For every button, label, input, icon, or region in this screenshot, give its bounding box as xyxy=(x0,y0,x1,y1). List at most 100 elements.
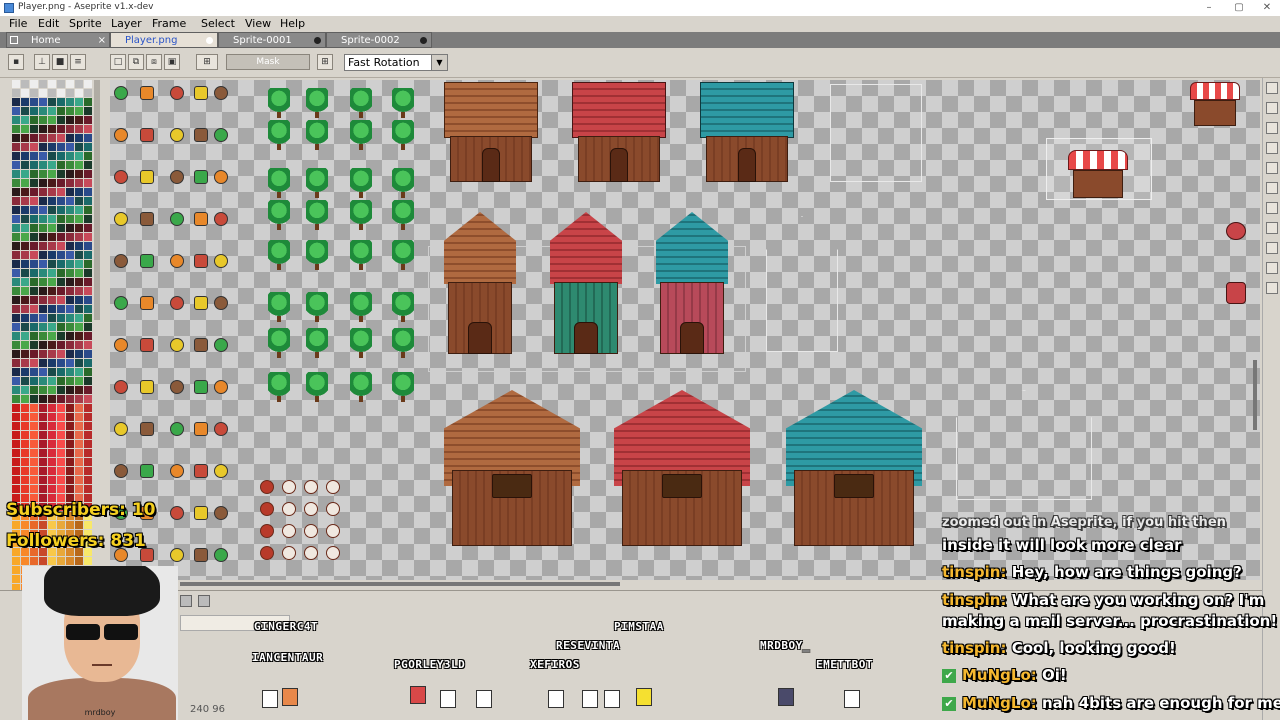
palette-swatch[interactable] xyxy=(84,395,92,403)
palette-swatch[interactable] xyxy=(48,395,56,403)
palette-swatch[interactable] xyxy=(66,368,74,376)
palette-swatch[interactable] xyxy=(66,422,74,430)
palette-swatch[interactable] xyxy=(75,467,83,475)
palette-swatch[interactable] xyxy=(12,260,20,268)
palette-swatch[interactable] xyxy=(66,341,74,349)
palette-swatch[interactable] xyxy=(12,521,20,529)
palette-swatch[interactable] xyxy=(75,233,83,241)
palette-swatch[interactable] xyxy=(48,152,56,160)
palette-swatch[interactable] xyxy=(66,170,74,178)
palette-swatch[interactable] xyxy=(30,377,38,385)
palette-swatch[interactable] xyxy=(75,422,83,430)
palette-swatch[interactable] xyxy=(57,134,65,142)
palette-swatch[interactable] xyxy=(48,431,56,439)
palette-swatch[interactable] xyxy=(75,521,83,529)
marquee-tool-icon[interactable] xyxy=(1266,82,1278,94)
palette-swatch[interactable] xyxy=(48,305,56,313)
palette-swatch[interactable] xyxy=(57,404,65,412)
palette-swatch[interactable] xyxy=(30,350,38,358)
palette-swatch[interactable] xyxy=(21,386,29,394)
palette-swatch[interactable] xyxy=(30,116,38,124)
palette-swatch[interactable] xyxy=(21,359,29,367)
palette-swatch[interactable] xyxy=(84,269,92,277)
palette-scrollbar[interactable] xyxy=(94,80,100,320)
pin-icon[interactable]: ⊥ xyxy=(34,54,50,70)
palette-swatch[interactable] xyxy=(12,269,20,277)
palette-swatch[interactable] xyxy=(84,224,92,232)
palette-swatch[interactable] xyxy=(39,332,47,340)
palette-swatch[interactable] xyxy=(48,89,56,97)
palette-swatch[interactable] xyxy=(39,278,47,286)
palette-swatch[interactable] xyxy=(30,359,38,367)
canvas-horizontal-scrollbar[interactable] xyxy=(180,582,620,586)
palette-swatch[interactable] xyxy=(57,161,65,169)
palette-swatch[interactable] xyxy=(84,206,92,214)
tab-home[interactable]: Home × xyxy=(6,32,110,48)
palette-swatch[interactable] xyxy=(21,440,29,448)
palette-swatch[interactable] xyxy=(21,557,29,565)
palette-swatch[interactable] xyxy=(39,521,47,529)
palette-swatch[interactable] xyxy=(66,359,74,367)
palette-swatch[interactable] xyxy=(48,296,56,304)
palette-swatch[interactable] xyxy=(30,206,38,214)
palette-swatch[interactable] xyxy=(30,287,38,295)
palette-swatch[interactable] xyxy=(57,80,65,88)
palette-swatch[interactable] xyxy=(75,314,83,322)
palette-swatch[interactable] xyxy=(48,521,56,529)
palette-swatch[interactable] xyxy=(39,431,47,439)
palette-swatch[interactable] xyxy=(12,197,20,205)
palette-swatch[interactable] xyxy=(12,242,20,250)
palette-swatch[interactable] xyxy=(66,98,74,106)
palette-swatch[interactable] xyxy=(21,278,29,286)
palette-swatch[interactable] xyxy=(75,152,83,160)
palette-swatch[interactable] xyxy=(57,215,65,223)
palette-swatch[interactable] xyxy=(66,386,74,394)
palette-swatch[interactable] xyxy=(39,476,47,484)
palette-swatch[interactable] xyxy=(21,395,29,403)
palette-swatch[interactable] xyxy=(48,359,56,367)
palette-swatch[interactable] xyxy=(12,296,20,304)
palette-swatch[interactable] xyxy=(39,422,47,430)
palette-swatch[interactable] xyxy=(12,566,20,574)
palette-swatch[interactable] xyxy=(12,224,20,232)
palette-swatch[interactable] xyxy=(21,125,29,133)
palette-swatch[interactable] xyxy=(75,458,83,466)
palette-swatch[interactable] xyxy=(12,395,20,403)
palette-swatch[interactable] xyxy=(84,197,92,205)
palette-swatch[interactable] xyxy=(30,215,38,223)
palette-swatch[interactable] xyxy=(84,260,92,268)
palette-swatch[interactable] xyxy=(57,143,65,151)
gradient-tool-icon[interactable] xyxy=(1266,222,1278,234)
palette-swatch[interactable] xyxy=(39,188,47,196)
palette-swatch[interactable] xyxy=(39,143,47,151)
zoom-tool-icon[interactable] xyxy=(1266,162,1278,174)
palette-swatch[interactable] xyxy=(48,557,56,565)
palette-swatch[interactable] xyxy=(30,80,38,88)
palette-swatch[interactable] xyxy=(12,377,20,385)
palette-swatch[interactable] xyxy=(66,107,74,115)
palette-swatch[interactable] xyxy=(30,125,38,133)
palette-swatch[interactable] xyxy=(75,107,83,115)
palette-swatch[interactable] xyxy=(48,161,56,169)
palette-swatch[interactable] xyxy=(66,242,74,250)
palette-swatch[interactable] xyxy=(66,80,74,88)
palette-swatch[interactable] xyxy=(21,206,29,214)
palette-swatch[interactable] xyxy=(75,368,83,376)
palette-swatch[interactable] xyxy=(84,467,92,475)
palette-swatch[interactable] xyxy=(30,269,38,277)
palette-swatch[interactable] xyxy=(21,98,29,106)
palette-swatch[interactable] xyxy=(39,377,47,385)
palette-swatch[interactable] xyxy=(48,251,56,259)
palette-swatch[interactable] xyxy=(66,278,74,286)
maximize-button[interactable]: ▢ xyxy=(1224,0,1254,16)
palette-swatch[interactable] xyxy=(39,404,47,412)
palette-swatch[interactable] xyxy=(75,260,83,268)
palette-swatch[interactable] xyxy=(30,107,38,115)
palette-swatch[interactable] xyxy=(30,89,38,97)
palette-swatch[interactable] xyxy=(66,287,74,295)
palette-swatch[interactable] xyxy=(84,233,92,241)
palette-swatch[interactable] xyxy=(84,404,92,412)
palette-swatch[interactable] xyxy=(57,377,65,385)
palette-swatch[interactable] xyxy=(84,89,92,97)
palette-swatch[interactable] xyxy=(84,107,92,115)
